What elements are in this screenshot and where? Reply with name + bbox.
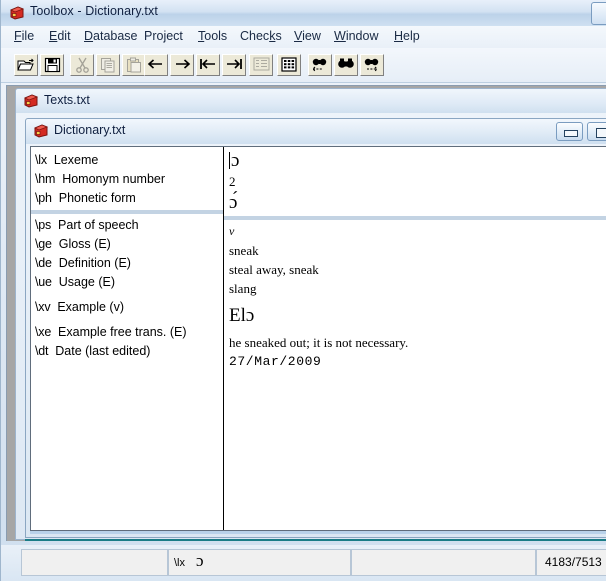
menu-help[interactable]: Help (393, 29, 421, 45)
mdi-restore-button[interactable] (587, 122, 606, 141)
menu-bar: File Edit Database Project Tools Checks … (1, 26, 606, 49)
mdi-window-dictionary-titlebar[interactable]: Dictionary.txt (26, 119, 606, 144)
last-record-button[interactable] (222, 54, 246, 76)
field-value-pane[interactable]: ɔ 2 ɔ́ v sneak steal away, sneak slang E… (224, 147, 606, 530)
field-label-xv: \xv Example (v) (35, 300, 125, 314)
find-previous-button[interactable] (308, 54, 332, 76)
field-value-de[interactable]: steal away, sneak (224, 260, 606, 279)
field-label-ge: \ge Gloss (E) (35, 237, 111, 251)
cut-button (70, 54, 94, 76)
dictionary-window-footer (30, 531, 606, 534)
toolbox-doc-icon (33, 123, 49, 139)
menu-project[interactable]: Project (143, 29, 184, 45)
field-label-hm: \hm Homonym number (35, 172, 166, 186)
find-button[interactable] (334, 54, 358, 76)
field-group-separator (31, 210, 223, 214)
field-value-xe[interactable]: he sneaked out; it is not necessary. (224, 333, 606, 352)
value-group-separator (224, 216, 606, 220)
paste-button (122, 54, 146, 76)
window-title: Toolbox - Dictionary.txt (30, 4, 158, 18)
menu-checks[interactable]: Checks (239, 29, 283, 45)
browse-view-button (249, 54, 273, 76)
status-field-marker: \lx (174, 557, 185, 569)
window-restore-button[interactable] (591, 2, 606, 25)
mdi-window-dictionary-title: Dictionary.txt (54, 123, 126, 137)
status-panel-3 (351, 549, 536, 576)
field-value-ge[interactable]: sneak (224, 241, 606, 260)
find-next-button[interactable] (360, 54, 384, 76)
field-marker-pane: \lx Lexeme \hm Homonym number \ph Phonet… (31, 147, 223, 530)
mdi-client-area: Texts.txt Dictionary.txt \lx Lexeme \hm … (6, 85, 606, 541)
status-lexeme-value: ɔ (196, 551, 204, 570)
field-label-ps: \ps Part of speech (35, 218, 139, 232)
field-value-dt[interactable]: 27/Mar/2009 (224, 352, 606, 371)
menu-file[interactable]: File (13, 29, 35, 45)
menu-tools[interactable]: Tools (197, 29, 228, 45)
menu-database[interactable]: Database (83, 29, 139, 45)
application-window: Toolbox - Dictionary.txt File Edit Datab… (0, 0, 606, 581)
first-record-button[interactable] (196, 54, 220, 76)
field-value-xv[interactable]: Elɔ (224, 304, 606, 327)
save-button[interactable] (40, 54, 64, 76)
text-caret (229, 152, 230, 169)
toolbox-doc-icon (23, 93, 39, 109)
minimize-icon (564, 130, 578, 137)
menu-view[interactable]: View (293, 29, 322, 45)
previous-record-button[interactable] (144, 54, 168, 76)
status-panel-position: 4183/7513 (536, 549, 606, 576)
title-bar: Toolbox - Dictionary.txt (1, 0, 606, 26)
restore-icon (596, 128, 606, 138)
mdi-window-texts-titlebar[interactable]: Texts.txt (16, 89, 606, 113)
toolbar: [no filter] (1, 48, 606, 125)
mdi-window-texts-title: Texts.txt (44, 93, 90, 107)
status-bar: \lx ɔ 4183/7513 (1, 545, 606, 581)
status-panel-marker: \lx ɔ (168, 549, 351, 576)
field-value-ue[interactable]: slang (224, 279, 606, 298)
field-label-ph: \ph Phonetic form (35, 191, 136, 205)
field-value-lx[interactable]: ɔ (224, 149, 606, 172)
mdi-window-dictionary[interactable]: Dictionary.txt \lx Lexeme \hm Homonym nu… (25, 118, 606, 538)
mdi-bottom-accent-edge (25, 539, 606, 541)
record-position: 4183/7513 (545, 555, 602, 569)
field-label-lx: \lx Lexeme (35, 153, 99, 167)
field-value-ph[interactable]: ɔ́ (224, 191, 606, 214)
menu-window[interactable]: Window (333, 29, 379, 45)
record-editor[interactable]: \lx Lexeme \hm Homonym number \ph Phonet… (30, 146, 606, 531)
open-button[interactable] (14, 54, 38, 76)
mdi-minimize-button[interactable] (556, 122, 583, 141)
field-value-ps[interactable]: v (224, 222, 606, 241)
status-panel-1 (21, 549, 168, 576)
field-label-ue: \ue Usage (E) (35, 275, 115, 289)
field-label-xe: \xe Example free trans. (E) (35, 325, 187, 339)
toolbox-app-icon (9, 5, 25, 21)
copy-button (96, 54, 120, 76)
table-view-button[interactable] (277, 54, 301, 76)
next-record-button[interactable] (170, 54, 194, 76)
menu-edit[interactable]: Edit (48, 29, 72, 45)
field-value-hm[interactable]: 2 (224, 172, 606, 191)
field-label-dt: \dt Date (last edited) (35, 344, 151, 358)
field-label-de: \de Definition (E) (35, 256, 131, 270)
